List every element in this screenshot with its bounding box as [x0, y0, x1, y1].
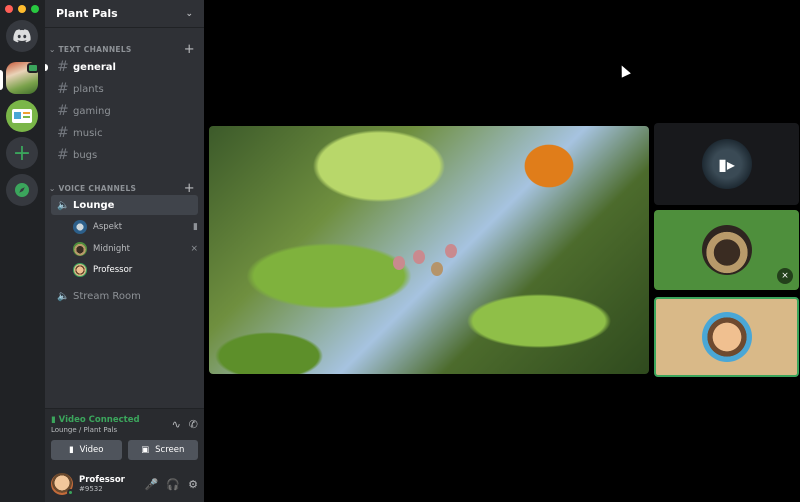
username: Professor [79, 475, 125, 485]
chevron-down-icon: ⌄ [185, 8, 193, 19]
user-tag: #9532 [79, 485, 103, 493]
flower-bud [445, 244, 457, 258]
connection-location: Lounge / Plant Pals [51, 426, 118, 434]
channel-plants[interactable]: # plants [51, 79, 198, 99]
channel-label: Lounge [73, 199, 115, 211]
user-panel: Professor #9532 🎤 🎧 ⚙ [45, 466, 204, 502]
voice-user-midnight[interactable]: Midnight ⨯ [73, 240, 198, 258]
voice-user-professor[interactable]: Professor [73, 261, 198, 279]
channel-music[interactable]: # music [51, 123, 198, 143]
voice-channels-category[interactable]: ⌄ VOICE CHANNELS + [49, 181, 195, 196]
voice-user-name: Aspekt [93, 222, 123, 232]
home-button[interactable] [6, 20, 38, 52]
avatar: ▮▸ [701, 139, 752, 189]
category-label: TEXT CHANNELS [58, 45, 132, 54]
avatar [73, 220, 87, 234]
avatar[interactable] [51, 473, 74, 496]
avatar [701, 312, 752, 362]
unread-indicator [45, 64, 48, 71]
channel-label: general [73, 61, 116, 73]
voice-user-name: Midnight [93, 244, 130, 254]
minimize-window-button[interactable] [18, 5, 26, 13]
video-button-label: Video [79, 445, 104, 455]
hash-icon: # [57, 103, 69, 119]
video-tile-professor[interactable] [654, 297, 799, 377]
headphones-icon[interactable]: 🎧 [166, 478, 180, 491]
avatar [73, 242, 87, 256]
hash-icon: # [57, 125, 69, 141]
server-rail: + [0, 0, 45, 502]
screen-button-label: Screen [155, 445, 185, 455]
screen-share-button[interactable]: ▣ Screen [127, 440, 198, 460]
channel-sidebar: Plant Pals ⌄ ⌄ TEXT CHANNELS + # general… [45, 0, 204, 502]
hash-icon: # [57, 147, 69, 163]
microphone-icon[interactable]: 🎤 [145, 478, 159, 491]
voice-connection-panel: ▮ Video Connected Lounge / Plant Pals ∿ … [45, 408, 204, 466]
text-channels-category[interactable]: ⌄ TEXT CHANNELS + [49, 42, 195, 57]
muted-icon: ⨯ [190, 244, 198, 254]
video-tile-midnight[interactable]: ⨯ [654, 210, 799, 290]
channel-label: bugs [73, 149, 98, 161]
disconnect-icon[interactable]: ✆ [189, 418, 198, 431]
discord-icon [13, 29, 31, 43]
focused-video-stream[interactable] [209, 126, 649, 374]
hash-icon: # [57, 59, 69, 75]
hash-icon: # [57, 81, 69, 97]
channel-label: Stream Room [73, 290, 141, 302]
window-controls [5, 5, 39, 13]
plus-icon: + [12, 140, 32, 166]
camera-icon: ▮ [68, 445, 74, 455]
server-name: Plant Pals [56, 7, 118, 20]
voice-user-name: Professor [93, 265, 133, 275]
server-header[interactable]: Plant Pals ⌄ [45, 0, 204, 28]
channel-general[interactable]: # general [51, 57, 198, 77]
signal-icon: ▮ [51, 415, 56, 425]
compass-icon [15, 183, 29, 197]
add-server-button[interactable]: + [6, 137, 38, 169]
explore-servers-button[interactable] [6, 174, 38, 206]
channel-bugs[interactable]: # bugs [51, 145, 198, 165]
maximize-window-button[interactable] [31, 5, 39, 13]
discord-app: + Plant Pals ⌄ ⌄ TEXT CHANNELS + # gener… [0, 0, 800, 502]
close-window-button[interactable] [5, 5, 13, 13]
category-label: VOICE CHANNELS [58, 184, 137, 193]
flower-bud [413, 250, 425, 264]
flower-bud [431, 262, 443, 276]
channel-label: music [73, 127, 103, 139]
second-server[interactable] [6, 100, 38, 132]
channel-label: gaming [73, 105, 111, 117]
mouse-cursor-icon [617, 63, 631, 78]
screen-share-icon: ▣ [141, 445, 150, 455]
chevron-down-icon: ⌄ [49, 45, 56, 54]
video-button[interactable]: ▮ Video [51, 440, 122, 460]
speaker-icon: 🔈 [57, 290, 70, 302]
video-camera-icon: ▮▸ [718, 154, 735, 174]
speaker-icon: 🔈 [57, 199, 70, 211]
flower-bud [393, 256, 405, 270]
noise-suppression-icon[interactable]: ∿ [172, 418, 181, 431]
connection-status[interactable]: ▮ Video Connected [51, 415, 140, 425]
avatar [73, 263, 87, 277]
video-live-badge [27, 63, 39, 73]
create-channel-plus-icon[interactable]: + [184, 42, 195, 57]
video-tile-aspekt[interactable]: ▮▸ [654, 123, 799, 205]
muted-icon: ⨯ [777, 268, 793, 284]
active-server-indicator [0, 70, 3, 90]
avatar [701, 225, 752, 275]
video-icon: ▮ [193, 222, 198, 232]
create-channel-plus-icon[interactable]: + [184, 181, 195, 196]
video-stage: ▮▸ ⨯ [204, 0, 800, 502]
channel-label: plants [73, 83, 104, 95]
online-status-icon [67, 489, 74, 496]
channel-gaming[interactable]: # gaming [51, 101, 198, 121]
gear-icon[interactable]: ⚙ [188, 478, 198, 491]
voice-channel-stream-room[interactable]: 🔈 Stream Room [51, 286, 198, 306]
voice-user-aspekt[interactable]: Aspekt ▮ [73, 218, 198, 236]
voice-channel-lounge[interactable]: 🔈 Lounge [51, 195, 198, 215]
server-icon [12, 109, 32, 123]
chevron-down-icon: ⌄ [49, 184, 56, 193]
